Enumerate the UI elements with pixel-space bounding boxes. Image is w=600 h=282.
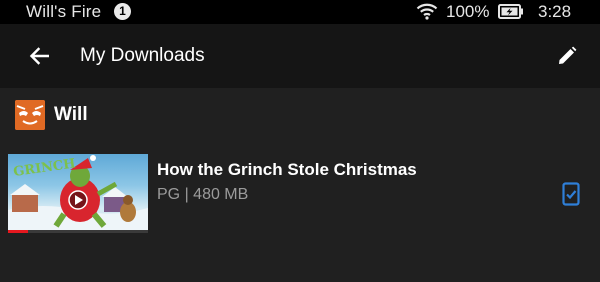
download-item[interactable]: GRINCH How the Grinch Stole Christmas PG…: [0, 148, 600, 238]
app-bar: My Downloads: [0, 24, 600, 88]
back-button[interactable]: [25, 43, 53, 69]
wifi-icon: [416, 3, 438, 25]
movie-thumbnail[interactable]: GRINCH: [8, 154, 148, 232]
downloads-list: Will GRINCH How the Grinch Stole Christm…: [0, 88, 600, 282]
clock: 3:28: [538, 2, 572, 21]
watch-progress-fill: [8, 230, 28, 233]
movie-meta: PG | 480 MB: [157, 186, 249, 203]
device-name: Will's Fire: [26, 2, 102, 21]
watch-progress-bar: [8, 230, 148, 233]
thumbnail-logo-text: GRINCH: [12, 156, 76, 180]
movie-title: How the Grinch Stole Christmas: [157, 160, 417, 179]
battery-percent: 100%: [446, 2, 490, 21]
status-bar: Will's Fire 1 100% 3:28: [0, 0, 600, 24]
notification-badge: 1: [114, 3, 131, 20]
page-title: My Downloads: [80, 45, 205, 66]
profile-name: Will: [54, 104, 88, 125]
back-arrow-icon: [29, 47, 49, 65]
edit-pencil-icon: [559, 46, 577, 64]
battery-charging-icon: [498, 4, 524, 24]
avatar: [15, 100, 45, 130]
profile-header: Will: [15, 100, 88, 130]
profile-avatar-icon: [15, 100, 45, 130]
downloaded-device-icon[interactable]: [562, 182, 580, 206]
edit-button[interactable]: [553, 43, 581, 69]
